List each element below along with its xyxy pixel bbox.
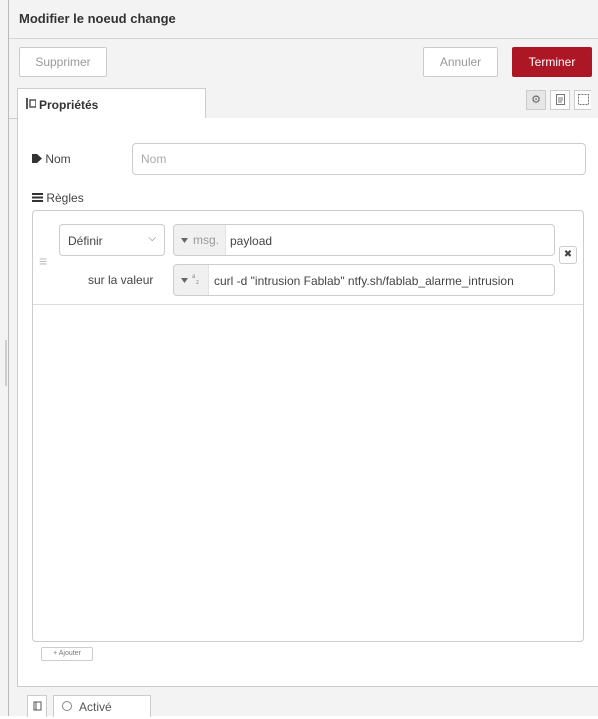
name-label: Nom (32, 152, 71, 166)
sliders-icon (26, 98, 37, 112)
rule-target-input[interactable]: msg. payload (173, 224, 555, 256)
drag-handle-icon[interactable]: ≡ (39, 253, 47, 269)
add-rule-button[interactable]: + Ajouter (41, 647, 93, 661)
description-tab-button[interactable] (550, 90, 570, 110)
tray-header: Modifier le noeud change (9, 0, 598, 39)
close-icon: ✖ (563, 249, 573, 260)
name-input[interactable] (132, 143, 586, 175)
string-type-icon: az (192, 273, 201, 287)
tab-properties[interactable]: Propriétés (17, 88, 206, 119)
description-icon (555, 94, 565, 108)
caret-down-icon (181, 274, 188, 286)
tray-footer: Activé (17, 686, 598, 717)
target-type-label: msg. (193, 233, 220, 247)
rule-value-input[interactable]: az curl -d "intrusion Fablab" ntfy.sh/fa… (173, 264, 555, 296)
rule-to-label: sur la valeur (88, 273, 154, 287)
appearance-tab-button[interactable] (574, 90, 591, 110)
rule-row: ≡ Définir ⌵ msg. payload sur la valeur a… (33, 211, 583, 305)
tag-icon (32, 152, 45, 166)
node-settings-button[interactable] (27, 695, 47, 717)
rule-target-value: payload (230, 234, 273, 248)
gear-icon: ⚙ (531, 94, 541, 106)
enabled-toggle[interactable]: Activé (53, 695, 151, 717)
rule-action-value: Définir (68, 234, 103, 248)
properties-panel: Nom Règles ≡ Définir ⌵ (17, 118, 598, 686)
tab-properties-label: Propriétés (39, 98, 99, 112)
radio-icon (62, 701, 72, 711)
workspace-edge (0, 0, 8, 716)
tray-toolbar: Supprimer Annuler Terminer (9, 39, 598, 83)
tabs-row: Propriétés ⚙ (9, 84, 598, 119)
caret-down-icon (181, 234, 188, 246)
enabled-label: Activé (79, 700, 112, 714)
resize-grip[interactable] (5, 340, 7, 386)
svg-text:z: z (196, 280, 199, 284)
target-type-button[interactable]: msg. (174, 225, 226, 255)
rules-list: ≡ Définir ⌵ msg. payload sur la valeur a… (32, 210, 584, 642)
delete-button[interactable]: Supprimer (19, 47, 107, 77)
name-label-text: Nom (45, 152, 71, 166)
tray-title: Modifier le noeud change (19, 11, 176, 26)
chevron-down-icon: ⌵ (148, 233, 156, 244)
list-icon (32, 191, 46, 205)
cancel-button[interactable]: Annuler (423, 47, 498, 77)
value-type-button[interactable]: az (174, 265, 209, 295)
rule-value-text: curl -d "intrusion Fablab" ntfy.sh/fabla… (214, 274, 514, 288)
edit-tray: Modifier le noeud change Supprimer Annul… (8, 0, 598, 717)
rule-action-select[interactable]: Définir ⌵ (59, 224, 165, 256)
settings-tab-button[interactable]: ⚙ (526, 90, 546, 110)
appearance-icon (577, 94, 589, 108)
rules-label: Règles (32, 191, 84, 205)
book-icon (33, 701, 42, 714)
remove-rule-button[interactable]: ✖ (559, 246, 577, 264)
done-button[interactable]: Terminer (512, 47, 592, 77)
rules-label-text: Règles (46, 191, 84, 205)
